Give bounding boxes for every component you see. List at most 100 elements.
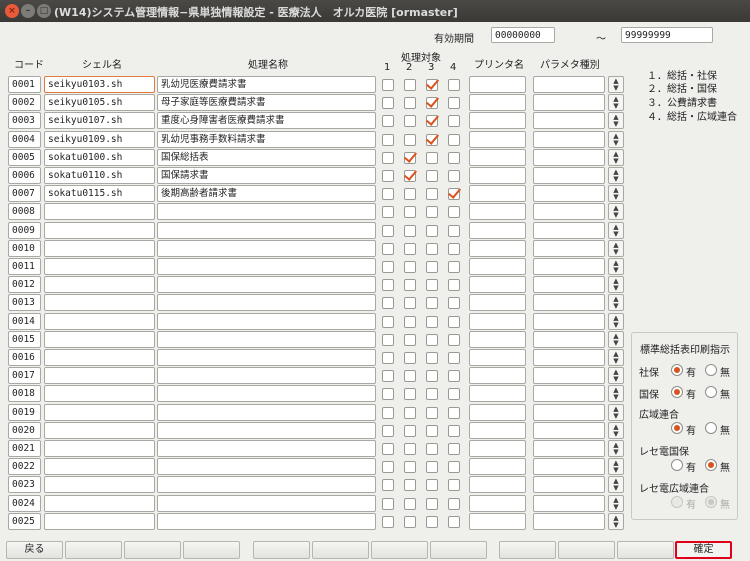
process-name-input[interactable]: [157, 404, 376, 421]
param-spin-button[interactable]: ▲ ▼: [608, 258, 624, 275]
code-field[interactable]: 0015: [8, 331, 41, 348]
process-name-input[interactable]: [157, 313, 376, 330]
printer-name-input[interactable]: [469, 276, 526, 293]
target-4-checkbox[interactable]: [448, 243, 460, 255]
process-name-input[interactable]: 後期高齢者請求書: [157, 185, 376, 202]
process-name-input[interactable]: [157, 240, 376, 257]
target-1-checkbox[interactable]: [382, 407, 394, 419]
target-2-checkbox[interactable]: [404, 115, 416, 127]
target-2-checkbox[interactable]: [404, 97, 416, 109]
target-3-checkbox[interactable]: [426, 115, 438, 127]
printer-name-input[interactable]: [469, 94, 526, 111]
target-3-checkbox[interactable]: [426, 188, 438, 200]
process-name-input[interactable]: [157, 385, 376, 402]
process-name-input[interactable]: 国保請求書: [157, 167, 376, 184]
printer-name-input[interactable]: [469, 440, 526, 457]
target-4-checkbox[interactable]: [448, 316, 460, 328]
printer-name-input[interactable]: [469, 313, 526, 330]
printer-name-input[interactable]: [469, 131, 526, 148]
shell-name-input[interactable]: [44, 440, 155, 457]
shell-name-input[interactable]: [44, 422, 155, 439]
process-name-input[interactable]: [157, 349, 376, 366]
shell-name-input[interactable]: [44, 367, 155, 384]
target-3-checkbox[interactable]: [426, 316, 438, 328]
target-3-checkbox[interactable]: [426, 206, 438, 218]
target-2-checkbox[interactable]: [404, 170, 416, 182]
code-field[interactable]: 0021: [8, 440, 41, 457]
shell-name-input[interactable]: seikyu0105.sh: [44, 94, 155, 111]
target-4-checkbox[interactable]: [448, 407, 460, 419]
shell-name-input[interactable]: [44, 331, 155, 348]
code-field[interactable]: 0010: [8, 240, 41, 257]
printer-name-input[interactable]: [469, 222, 526, 239]
shell-name-input[interactable]: [44, 240, 155, 257]
param-type-input[interactable]: [533, 222, 605, 239]
param-spin-button[interactable]: ▲ ▼: [608, 94, 624, 111]
target-4-checkbox[interactable]: [448, 370, 460, 382]
target-1-checkbox[interactable]: [382, 225, 394, 237]
code-field[interactable]: 0022: [8, 458, 41, 475]
fkey-button-10[interactable]: [558, 541, 615, 559]
target-3-checkbox[interactable]: [426, 261, 438, 273]
param-type-input[interactable]: [533, 185, 605, 202]
target-4-checkbox[interactable]: [448, 97, 460, 109]
target-3-checkbox[interactable]: [426, 352, 438, 364]
target-2-checkbox[interactable]: [404, 152, 416, 164]
process-name-input[interactable]: [157, 367, 376, 384]
fkey-button-8[interactable]: [430, 541, 487, 559]
param-type-input[interactable]: [533, 331, 605, 348]
target-4-checkbox[interactable]: [448, 388, 460, 400]
param-spin-button[interactable]: ▲ ▼: [608, 513, 624, 530]
target-1-checkbox[interactable]: [382, 279, 394, 291]
target-2-checkbox[interactable]: [404, 261, 416, 273]
target-2-checkbox[interactable]: [404, 443, 416, 455]
param-type-input[interactable]: [533, 94, 605, 111]
target-1-checkbox[interactable]: [382, 334, 394, 346]
printer-name-input[interactable]: [469, 149, 526, 166]
target-4-checkbox[interactable]: [448, 461, 460, 473]
target-1-checkbox[interactable]: [382, 261, 394, 273]
code-field[interactable]: 0025: [8, 513, 41, 530]
param-spin-button[interactable]: ▲ ▼: [608, 294, 624, 311]
process-name-input[interactable]: [157, 258, 376, 275]
target-1-checkbox[interactable]: [382, 388, 394, 400]
code-field[interactable]: 0013: [8, 294, 41, 311]
print-yes-radio[interactable]: [671, 364, 683, 376]
target-3-checkbox[interactable]: [426, 370, 438, 382]
target-3-checkbox[interactable]: [426, 97, 438, 109]
param-spin-button[interactable]: ▲ ▼: [608, 76, 624, 93]
target-3-checkbox[interactable]: [426, 243, 438, 255]
printer-name-input[interactable]: [469, 422, 526, 439]
code-field[interactable]: 0024: [8, 495, 41, 512]
target-1-checkbox[interactable]: [382, 370, 394, 382]
process-name-input[interactable]: 母子家庭等医療費請求書: [157, 94, 376, 111]
target-2-checkbox[interactable]: [404, 225, 416, 237]
printer-name-input[interactable]: [469, 385, 526, 402]
target-1-checkbox[interactable]: [382, 188, 394, 200]
code-field[interactable]: 0003: [8, 112, 41, 129]
target-4-checkbox[interactable]: [448, 188, 460, 200]
shell-name-input[interactable]: [44, 222, 155, 239]
target-1-checkbox[interactable]: [382, 152, 394, 164]
target-1-checkbox[interactable]: [382, 352, 394, 364]
printer-name-input[interactable]: [469, 367, 526, 384]
print-no-radio[interactable]: [705, 386, 717, 398]
printer-name-input[interactable]: [469, 513, 526, 530]
shell-name-input[interactable]: [44, 513, 155, 530]
target-3-checkbox[interactable]: [426, 279, 438, 291]
code-field[interactable]: 0008: [8, 203, 41, 220]
target-3-checkbox[interactable]: [426, 461, 438, 473]
param-spin-button[interactable]: ▲ ▼: [608, 367, 624, 384]
target-2-checkbox[interactable]: [404, 370, 416, 382]
target-2-checkbox[interactable]: [404, 297, 416, 309]
param-type-input[interactable]: [533, 258, 605, 275]
target-4-checkbox[interactable]: [448, 297, 460, 309]
target-4-checkbox[interactable]: [448, 115, 460, 127]
printer-name-input[interactable]: [469, 240, 526, 257]
param-type-input[interactable]: [533, 495, 605, 512]
target-1-checkbox[interactable]: [382, 206, 394, 218]
shell-name-input[interactable]: [44, 385, 155, 402]
param-type-input[interactable]: [533, 149, 605, 166]
target-1-checkbox[interactable]: [382, 461, 394, 473]
target-4-checkbox[interactable]: [448, 352, 460, 364]
